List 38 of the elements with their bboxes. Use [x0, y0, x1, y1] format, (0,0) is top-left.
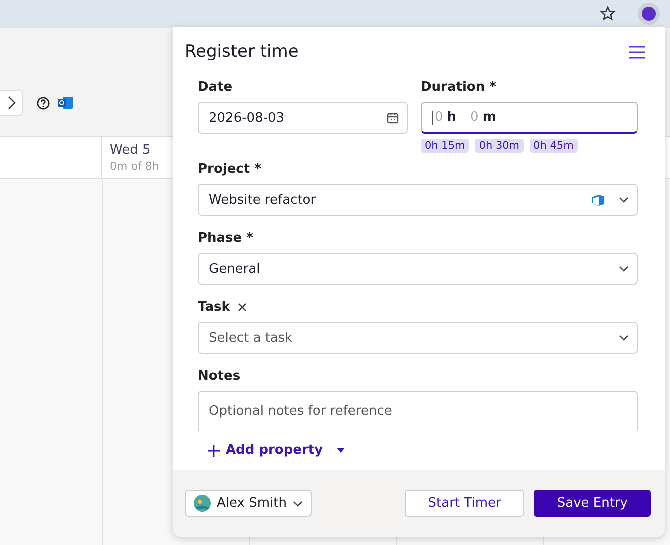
duration-preset-chip[interactable]: 0h 45m: [530, 139, 578, 153]
day-name: Wed 5: [110, 143, 151, 158]
chevron-down-icon: [292, 500, 303, 506]
select-field[interactable]: General: [198, 253, 638, 285]
select-field[interactable]: Select a task: [198, 322, 638, 354]
chevron-right-icon: [8, 96, 16, 110]
chevron-down-icon: [619, 335, 629, 341]
field-label: Task: [198, 300, 230, 315]
chevron-down-icon: [619, 197, 629, 203]
clear-icon[interactable]: [238, 303, 248, 312]
add-property-button[interactable]: Add property: [198, 443, 346, 458]
bookmark-star-icon[interactable]: [600, 6, 616, 22]
help-icon[interactable]: [37, 96, 50, 110]
field-label: Project *: [198, 162, 262, 177]
duration-preset-chip[interactable]: 0h 30m: [475, 139, 524, 153]
field-label: Duration *: [421, 80, 496, 95]
calendar-icon[interactable]: [387, 112, 399, 124]
extension-icon[interactable]: [638, 2, 660, 24]
duration-field[interactable]: 0 h 0 m: [421, 102, 638, 134]
next-button[interactable]: [0, 90, 23, 116]
caret-icon: [337, 448, 346, 453]
menu-icon[interactable]: [629, 46, 645, 58]
save-entry-button[interactable]: Save Entry: [534, 490, 651, 517]
avatar: [194, 495, 211, 512]
duration-preset-chip[interactable]: 0h 15m: [421, 139, 470, 153]
date-field[interactable]: 2026-08-03: [198, 102, 408, 134]
plus-icon: [208, 444, 220, 456]
day-hours-summary: 0m of 8h: [110, 160, 160, 173]
field-label: Phase *: [198, 231, 254, 246]
chevron-down-icon: [619, 266, 629, 272]
select-field[interactable]: Website refactor: [198, 184, 638, 216]
notes-field[interactable]: Optional notes for reference: [198, 391, 638, 431]
field-label: Notes: [198, 369, 241, 384]
field-label: Date: [198, 80, 233, 95]
start-timer-button[interactable]: Start Timer: [405, 490, 524, 517]
panel-title: Register time: [185, 42, 299, 62]
outlook-icon[interactable]: [58, 96, 73, 110]
user-select[interactable]: Alex Smith: [185, 490, 312, 517]
